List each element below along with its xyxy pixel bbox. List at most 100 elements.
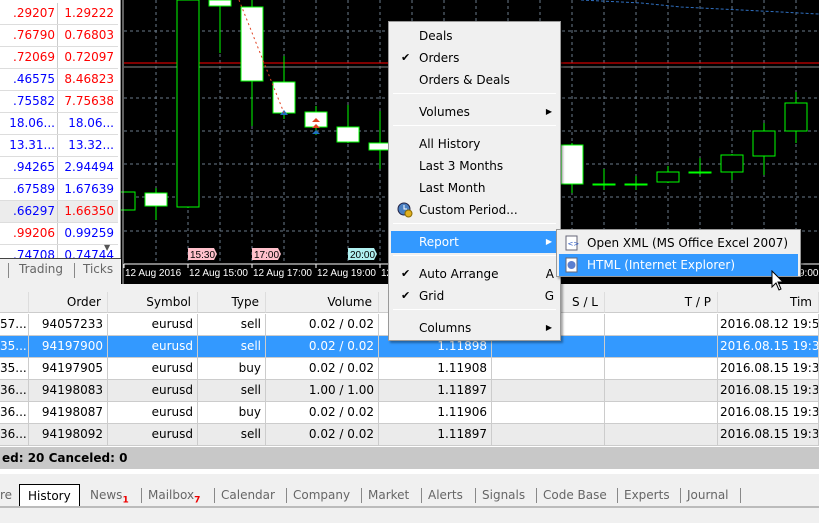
ask-price: 0.99259 — [64, 226, 114, 240]
submenu-arrow-icon: ▶ — [545, 323, 552, 332]
cell-time: 2016.08.15 19:36 — [718, 380, 819, 401]
candle-body — [752, 130, 776, 157]
tab-code-base[interactable]: Code Base — [543, 484, 607, 506]
tab-alerts[interactable]: Alerts — [428, 484, 463, 506]
menu-item-orders-deals[interactable]: Orders & Deals — [391, 69, 558, 91]
tab-label: Code Base — [543, 488, 607, 502]
tab-experts[interactable]: Experts — [624, 484, 670, 506]
cell-symbol: eurusd — [108, 358, 198, 379]
cell-symbol: eurusd — [108, 314, 198, 335]
cell-tp — [605, 358, 718, 379]
cell-tp — [605, 402, 718, 423]
candle-body — [560, 144, 584, 185]
bid-price: .46575 — [0, 69, 58, 90]
tab-badge: 7 — [194, 495, 201, 506]
cell-order: 94198087 — [29, 402, 108, 423]
menu-item-open-xml[interactable]: <> Open XML (MS Office Excel 2007) — [559, 232, 798, 254]
tab-trading[interactable]: Trading — [19, 262, 63, 276]
tab-label: Alerts — [428, 488, 463, 502]
tab-label: Calendar — [221, 488, 275, 502]
candle-body — [176, 0, 200, 208]
ask-price: 2.94494 — [64, 160, 114, 174]
column-header[interactable]: Volume — [266, 292, 379, 313]
tab-calendar[interactable]: Calendar — [221, 484, 275, 506]
cell-sl — [492, 424, 605, 445]
quote-row[interactable]: .46575 8.46823 — [0, 69, 118, 91]
menu-item-label: Deals — [419, 29, 453, 43]
menu-item-custom-period[interactable]: Custom Period... — [391, 199, 558, 221]
tab-signals[interactable]: Signals — [482, 484, 525, 506]
tab-ticks[interactable]: Ticks — [83, 262, 113, 276]
ask-price: 7.75638 — [64, 94, 114, 108]
menu-item-all-history[interactable]: All History — [391, 133, 558, 155]
quote-row[interactable]: .66297 1.66350 — [0, 201, 118, 223]
column-header[interactable] — [0, 292, 29, 313]
table-row[interactable]: 35... 94197905 eurusd buy 0.02 / 0.02 1.11908… — [0, 358, 819, 380]
menu-item-report[interactable]: Report ▶ — [391, 231, 558, 253]
menu-item-last-3-months[interactable]: Last 3 Months — [391, 155, 558, 177]
menu-item-auto-arrange[interactable]: ✔ Auto Arrange A — [391, 263, 558, 285]
scroll-down-arrow[interactable]: ▼ — [104, 243, 110, 252]
column-header[interactable]: Tim — [718, 292, 819, 313]
tab-separator — [617, 488, 618, 503]
cell-price: 1.11906 — [379, 402, 492, 423]
menu-item-html-report[interactable]: HTML (Internet Explorer) — [559, 254, 798, 276]
tab-company[interactable]: Company — [293, 484, 350, 506]
cell-symbol: eurusd — [108, 380, 198, 401]
candle-body — [272, 81, 296, 114]
tab-mailbox[interactable]: Mailbox7 — [148, 484, 200, 506]
menu-item-last-month[interactable]: Last Month — [391, 177, 558, 199]
check-icon: ✔ — [401, 51, 411, 64]
time-label: 12 Aug 17:00 — [253, 268, 312, 279]
quote-row[interactable]: .72069 0.72097 — [0, 47, 118, 69]
quote-row[interactable]: .94265 2.94494 — [0, 157, 118, 179]
time-label: 9:00 — [799, 268, 819, 279]
submenu-arrow-icon: ▶ — [545, 237, 552, 246]
column-header[interactable]: T / P — [605, 292, 718, 313]
tab-market[interactable]: Market — [368, 484, 409, 506]
candle-body — [336, 126, 360, 143]
column-header[interactable]: Type — [198, 292, 266, 313]
menu-item-volumes[interactable]: Volumes ▶ — [391, 101, 558, 123]
cell-order: 94198092 — [29, 424, 108, 445]
menu-item-label: Last Month — [419, 181, 486, 195]
cell-volume: 0.02 / 0.02 — [266, 314, 379, 335]
quote-row[interactable]: .29207 1.29222 — [0, 3, 118, 25]
menu-item-grid[interactable]: ✔ Grid G — [391, 285, 558, 307]
column-header[interactable]: Order — [29, 292, 108, 313]
menu-item-label: Custom Period... — [419, 203, 518, 217]
quote-row[interactable]: .75582 7.75638 — [0, 91, 118, 113]
tab-label: Journal — [687, 488, 729, 502]
shortcut-key: A — [545, 267, 554, 281]
quote-row[interactable]: .99206 0.99259 — [0, 223, 118, 245]
check-icon: ✔ — [401, 267, 411, 280]
tab-label: Mailbox — [148, 488, 195, 502]
menu-item-label: Orders & Deals — [419, 73, 510, 87]
table-row[interactable]: 36... 94198092 eurusd sell 0.02 / 0.02 1.1189… — [0, 424, 819, 446]
quote-row[interactable]: 18.06... 18.06... — [0, 113, 118, 135]
menu-separator — [393, 93, 556, 94]
tab-separator — [680, 488, 681, 503]
tab-history[interactable]: History — [19, 484, 80, 506]
quote-row[interactable]: .67589 1.67639 — [0, 179, 118, 201]
candle-body — [720, 154, 744, 173]
menu-item-deals[interactable]: Deals — [391, 25, 558, 47]
clock-gear-icon — [397, 202, 413, 218]
bid-price: .29207 — [0, 3, 58, 24]
cell-time_open: 36... — [0, 402, 29, 423]
table-row[interactable]: 36... 94198087 eurusd buy 0.02 / 0.02 1.11906… — [0, 402, 819, 424]
cell-type: sell — [198, 314, 266, 335]
table-row[interactable]: 36... 94198083 eurusd sell 1.00 / 1.00 1.1189… — [0, 380, 819, 402]
quote-row[interactable]: 13.31... 13.32... — [0, 135, 118, 157]
column-header[interactable]: Symbol — [108, 292, 198, 313]
tab-journal[interactable]: Journal — [687, 484, 729, 506]
tab-news[interactable]: News1 — [90, 484, 129, 506]
candle-body — [688, 171, 712, 174]
menu-item-orders[interactable]: ✔ Orders — [391, 47, 558, 69]
quote-row[interactable]: .76790 0.76803 — [0, 25, 118, 47]
cell-time: 2016.08.15 19:36 — [718, 402, 819, 423]
menu-item-columns[interactable]: Columns ▶ — [391, 317, 558, 339]
tab-re[interactable]: re — [0, 484, 12, 506]
orders-summary: ed: 20 Canceled: 0 — [0, 447, 819, 469]
bid-price: .75582 — [0, 91, 58, 112]
